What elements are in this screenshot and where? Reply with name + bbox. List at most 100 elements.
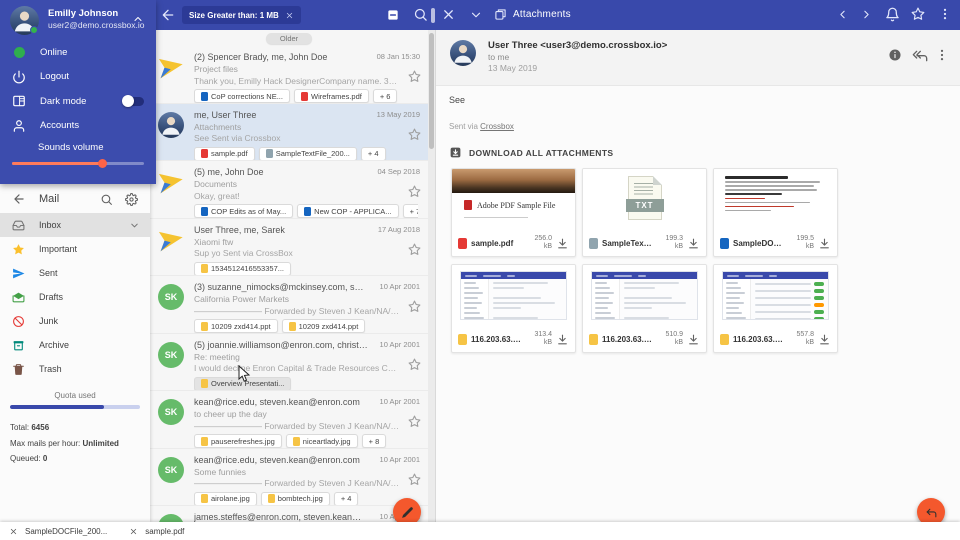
sidebar-item-drafts[interactable]: Drafts bbox=[0, 285, 150, 309]
close-icon[interactable] bbox=[129, 527, 138, 536]
sounds-volume-slider[interactable] bbox=[12, 162, 144, 165]
attachment-card[interactable]: 116.203.63.82_5...313.4kB bbox=[451, 264, 576, 353]
attachment-card[interactable]: Adobe PDF Sample Filesample.pdf256.0kB bbox=[451, 168, 576, 257]
popout-icon[interactable] bbox=[494, 8, 507, 21]
download-bar-item[interactable]: SampleDOCFile_200... bbox=[9, 527, 107, 536]
star-icon[interactable] bbox=[408, 300, 421, 313]
attachment-chip[interactable]: bombtech.jpg bbox=[261, 492, 330, 506]
previous-message-icon[interactable] bbox=[836, 8, 849, 21]
attachment-chip[interactable]: Wireframes.pdf bbox=[294, 89, 369, 103]
more-attachments-chip[interactable]: + 6 bbox=[373, 89, 398, 103]
sidebar-item-sent[interactable]: Sent bbox=[0, 261, 150, 285]
message-more-icon[interactable] bbox=[935, 48, 949, 62]
paper-plane-avatar[interactable] bbox=[158, 169, 184, 195]
more-attachments-chip[interactable]: + 8 bbox=[362, 434, 387, 448]
menu-item-dark-mode[interactable]: Dark mode bbox=[0, 89, 156, 114]
select-all-icon[interactable] bbox=[386, 8, 400, 22]
download-icon[interactable] bbox=[818, 333, 831, 346]
download-icon[interactable] bbox=[687, 333, 700, 346]
pane-resize-handle[interactable] bbox=[431, 8, 435, 23]
scrollbar-thumb[interactable] bbox=[429, 33, 434, 149]
dark-mode-toggle[interactable] bbox=[124, 97, 144, 106]
attachment-chip[interactable]: 10209 zxd414.ppt bbox=[194, 319, 278, 333]
more-attachments-chip[interactable]: + 4 bbox=[334, 492, 359, 506]
download-icon[interactable] bbox=[687, 237, 700, 250]
sidebar-item-trash[interactable]: Trash bbox=[0, 357, 150, 381]
crossbox-link[interactable]: Crossbox bbox=[480, 122, 514, 131]
attachment-chip[interactable]: New COP - APPLICA... bbox=[297, 204, 398, 218]
attachment-chip[interactable]: SampleTextFile_200... bbox=[259, 147, 357, 161]
star-icon[interactable] bbox=[408, 243, 421, 256]
download-icon[interactable] bbox=[556, 333, 569, 346]
email-row[interactable]: (2) Spencer Brady, me, John DoeProject f… bbox=[150, 46, 428, 104]
list-scrollbar[interactable] bbox=[428, 30, 435, 522]
email-row[interactable]: me, User ThreeAttachmentsSee Sent via Cr… bbox=[150, 104, 428, 162]
initials-avatar[interactable]: SK bbox=[158, 284, 184, 310]
close-reading-icon[interactable] bbox=[441, 7, 456, 22]
star-icon[interactable] bbox=[408, 185, 421, 198]
attachment-card[interactable]: 116.203.63.82_5...557.8kB bbox=[713, 264, 838, 353]
reply-all-icon[interactable] bbox=[912, 48, 928, 64]
attachment-card[interactable]: SampleDOCFile_...199.5kB bbox=[713, 168, 838, 257]
filter-chip[interactable]: Size Greater than: 1 MB bbox=[182, 6, 301, 24]
paper-plane-avatar[interactable] bbox=[158, 54, 184, 80]
attachment-chip[interactable]: pauserefreshes.jpg bbox=[194, 434, 282, 448]
email-row[interactable]: (5) me, John DoeDocumentsOkay, great!COP… bbox=[150, 161, 428, 219]
email-row[interactable]: SKjames.steffes@enron.com, steven.kean@e… bbox=[150, 506, 428, 522]
attachment-chip[interactable]: 1534512416553357... bbox=[194, 262, 291, 276]
notifications-icon[interactable] bbox=[885, 7, 900, 22]
sidebar-item-inbox[interactable]: Inbox bbox=[0, 213, 150, 237]
collapse-icon[interactable] bbox=[469, 8, 483, 22]
download-all-button[interactable]: DOWNLOAD ALL ATTACHMENTS bbox=[449, 146, 613, 159]
sidebar-item-junk[interactable]: Junk bbox=[0, 309, 150, 333]
star-icon[interactable] bbox=[408, 473, 421, 486]
attachment-chip[interactable]: CoP corrections NE... bbox=[194, 89, 290, 103]
attachment-card[interactable]: 116.203.63.82_5...510.9kB bbox=[582, 264, 707, 353]
star-icon[interactable] bbox=[408, 358, 421, 371]
sidebar-search-icon[interactable] bbox=[100, 193, 113, 206]
list-search-icon[interactable] bbox=[413, 7, 428, 22]
menu-item-logout[interactable]: Logout bbox=[0, 65, 156, 90]
email-row[interactable]: SK(3) suzanne_nimocks@mckinsey.com, susa… bbox=[150, 276, 428, 334]
account-header[interactable]: Emilly Johnson user2@demo.crossbox.io bbox=[0, 0, 156, 40]
back-icon[interactable] bbox=[160, 7, 176, 23]
attachment-chip[interactable]: sample.pdf bbox=[194, 147, 255, 161]
email-row[interactable]: SKkean@rice.edu, steven.kean@enron.comto… bbox=[150, 391, 428, 449]
attachment-chip[interactable]: niceartlady.jpg bbox=[286, 434, 358, 448]
download-icon[interactable] bbox=[818, 237, 831, 250]
email-row[interactable]: SK(5) joannie.williamson@enron.com, chri… bbox=[150, 334, 428, 392]
attachment-card[interactable]: TXTSampleTextFile_20...199.3kB bbox=[582, 168, 707, 257]
star-icon[interactable] bbox=[408, 128, 421, 141]
initials-avatar[interactable]: SK bbox=[158, 457, 184, 483]
close-icon[interactable] bbox=[9, 527, 18, 536]
attachment-chip[interactable]: airolane.jpg bbox=[194, 492, 257, 506]
more-attachments-chip[interactable]: + 7 bbox=[403, 204, 418, 218]
next-message-icon[interactable] bbox=[860, 8, 873, 21]
email-row[interactable]: SKkean@rice.edu, steven.kean@enron.comSo… bbox=[150, 449, 428, 507]
download-icon[interactable] bbox=[556, 237, 569, 250]
sidebar-item-archive[interactable]: Archive bbox=[0, 333, 150, 357]
chevron-down-icon[interactable] bbox=[129, 220, 140, 231]
toggle-knob[interactable] bbox=[122, 95, 134, 107]
slider-knob[interactable] bbox=[98, 159, 107, 168]
menu-item-accounts[interactable]: Accounts bbox=[0, 114, 156, 139]
photo-avatar[interactable] bbox=[158, 112, 184, 138]
star-icon[interactable] bbox=[408, 415, 421, 428]
initials-avatar[interactable]: SK bbox=[158, 342, 184, 368]
star-message-icon[interactable] bbox=[911, 7, 925, 21]
more-attachments-chip[interactable]: + 4 bbox=[361, 147, 386, 161]
attachment-chip[interactable]: COP Edits as of May... bbox=[194, 204, 293, 218]
email-row[interactable]: User Three, me, SarekXiaomi ftwSup yo Se… bbox=[150, 219, 428, 277]
sidebar-back-icon[interactable] bbox=[12, 192, 26, 206]
paper-plane-avatar[interactable] bbox=[158, 227, 184, 253]
download-bar-item[interactable]: sample.pdf bbox=[129, 527, 184, 536]
sidebar-item-important[interactable]: Important bbox=[0, 237, 150, 261]
attachment-chip[interactable]: Overview Presentati... bbox=[194, 377, 291, 391]
sidebar-settings-icon[interactable] bbox=[125, 193, 138, 206]
chevron-up-icon[interactable] bbox=[132, 13, 144, 25]
star-icon[interactable] bbox=[408, 70, 421, 83]
initials-avatar[interactable]: SK bbox=[158, 514, 184, 522]
info-icon[interactable] bbox=[888, 48, 902, 62]
initials-avatar[interactable]: SK bbox=[158, 399, 184, 425]
filter-chip-close-icon[interactable] bbox=[285, 11, 294, 20]
